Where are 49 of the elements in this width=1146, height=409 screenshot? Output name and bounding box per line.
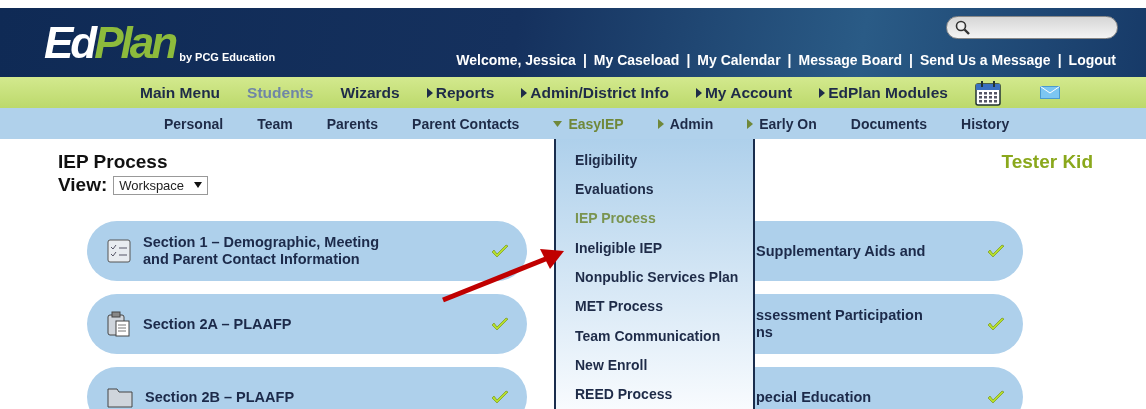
menu-item[interactable]: Ineligible IEP	[575, 233, 663, 263]
separator-text: |	[1057, 52, 1062, 68]
page-title: IEP Process	[58, 151, 168, 173]
menu-item[interactable]: REED Process	[575, 379, 673, 409]
section-button[interactable]: Section 2B – PLAAFP	[87, 367, 527, 409]
menu-item[interactable]: Evaluations	[575, 174, 654, 204]
separator-text: |	[582, 52, 587, 68]
header-link[interactable]: Send Us a Message	[919, 52, 1051, 68]
clipboard-icon	[107, 311, 131, 337]
subnav-tab[interactable]: Personal	[164, 115, 224, 132]
nav-item[interactable]: My Account	[695, 83, 793, 102]
subnav-tab[interactable]: Team	[257, 115, 293, 132]
calendar-icon[interactable]	[974, 79, 1001, 106]
header-link[interactable]: My Calendar	[697, 52, 781, 68]
separator-text: |	[787, 52, 792, 68]
nav-item[interactable]: EdPlan Modules	[819, 83, 948, 102]
logo-text: Plan	[94, 21, 176, 65]
subnav-tab[interactable]: Parents	[326, 115, 379, 132]
mail-icon[interactable]	[1039, 86, 1060, 99]
nav-item[interactable]: Reports	[426, 83, 495, 102]
search-icon	[955, 19, 971, 36]
nav-item[interactable]: Admin/District Info	[521, 83, 669, 102]
header-link[interactable]: Message Board	[798, 52, 902, 68]
subnav-tab[interactable]: Admin	[657, 115, 714, 132]
checklist-icon	[107, 239, 131, 263]
separator-text: |	[909, 52, 913, 68]
welcome-text: Welcome, Jessica	[456, 52, 576, 68]
search-field[interactable]	[946, 16, 1118, 39]
separator-text: |	[686, 52, 691, 68]
menu-item[interactable]: MET Process	[575, 291, 663, 321]
caret-icon	[194, 182, 203, 188]
section-button[interactable]: Section 2A – PLAAFP	[87, 294, 527, 354]
view-select[interactable]: Workspace	[113, 175, 209, 195]
section-button[interactable]: Section 1 – Demographic, Meeting and Parent Contact Information	[87, 221, 527, 281]
subnav-tab[interactable]: Parent Contacts	[412, 115, 520, 132]
nav-item[interactable]: Main Menu	[140, 83, 221, 102]
subnav-tab[interactable]: Documents	[850, 115, 928, 132]
header-link[interactable]: Logout	[1068, 52, 1116, 68]
logo-tagline: by PCG Education	[179, 51, 276, 63]
nav-item[interactable]: Wizards	[340, 83, 400, 102]
logo-text: Ed	[44, 21, 95, 65]
menu-item[interactable]: Eligibility	[575, 145, 638, 175]
subnav-tab[interactable]: Early On	[747, 115, 817, 132]
student-name: Tester Kid	[1001, 151, 1093, 173]
menu-item[interactable]: Team Communication	[575, 320, 721, 351]
folder-icon	[107, 386, 133, 408]
view-label: View:	[58, 174, 108, 196]
header-link[interactable]: My Caseload	[593, 52, 680, 68]
subnav-tab[interactable]: History	[961, 115, 1010, 132]
